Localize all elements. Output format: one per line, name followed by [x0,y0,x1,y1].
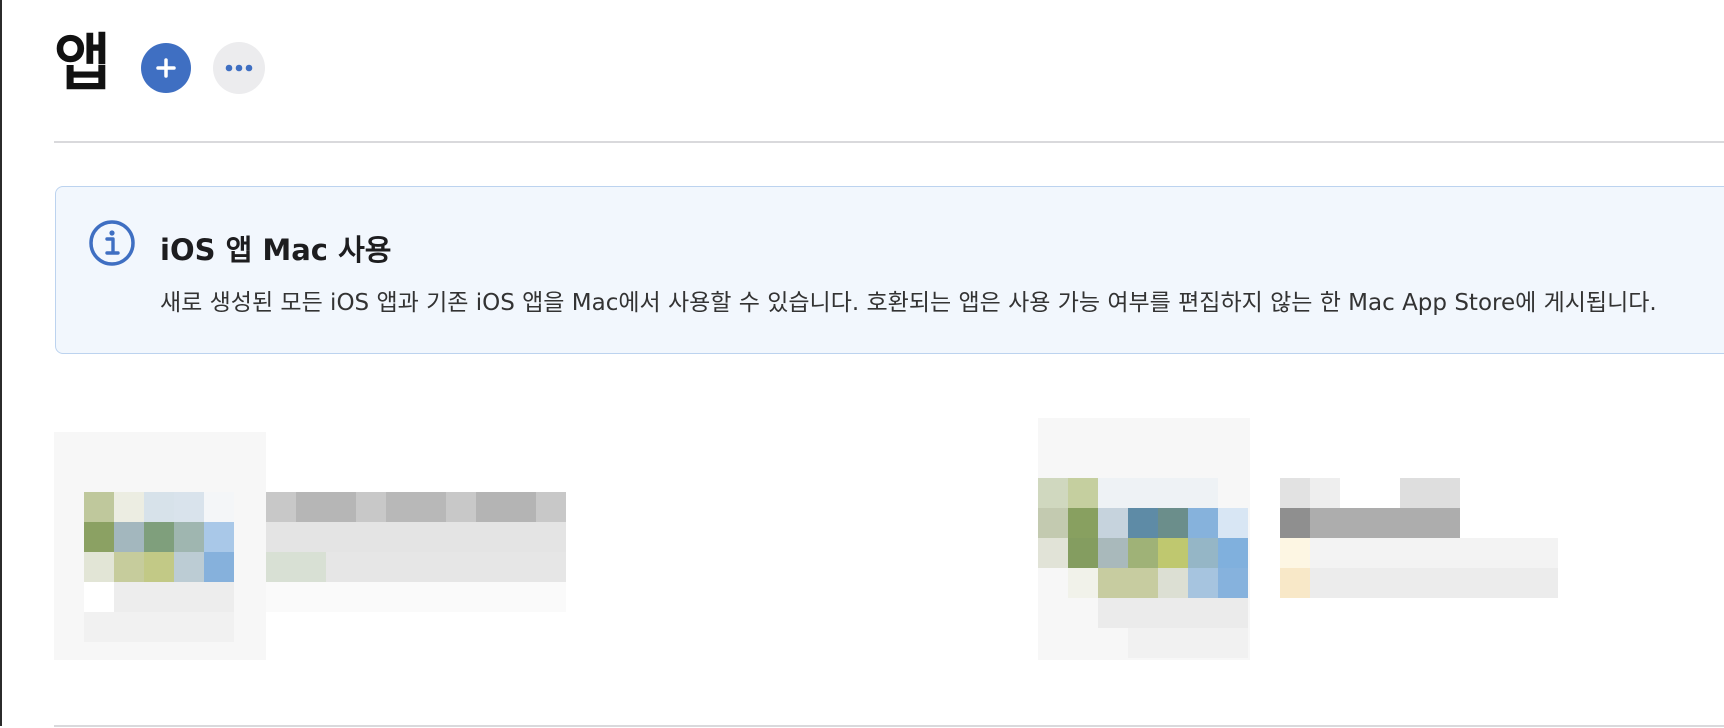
plus-icon [156,58,176,78]
window-frame: 앱 iOS 앱 Mac 사용 새로 생성된 모든 iOS 앱과 기존 iOS 앱… [0,0,1724,727]
app-card[interactable] [1038,418,1580,663]
app-icon-redacted [1038,418,1580,660]
more-options-button[interactable] [213,42,266,94]
banner-text: 새로 생성된 모든 iOS 앱과 기존 iOS 앱을 Mac에서 사용할 수 있… [160,290,1657,316]
app-icon-redacted [54,432,566,660]
header-divider [54,141,1724,143]
banner-title: iOS 앱 Mac 사용 [160,233,392,267]
app-card[interactable] [54,432,574,662]
ellipsis-icon [225,64,253,72]
page-header: 앱 [54,26,266,99]
info-circle-icon [89,220,135,266]
add-app-button[interactable] [141,43,192,93]
info-banner: iOS 앱 Mac 사용 새로 생성된 모든 iOS 앱과 기존 iOS 앱을 … [55,186,1724,354]
page-title: 앱 [54,26,111,99]
section-divider [54,725,1724,727]
